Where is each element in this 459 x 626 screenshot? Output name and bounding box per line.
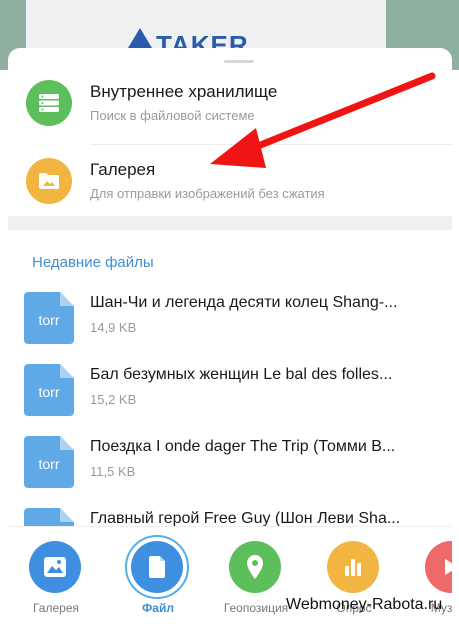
torrent-file-icon: torr bbox=[24, 292, 74, 344]
file-name: Поездка I onde dager The Trip (Томми В..… bbox=[90, 438, 396, 455]
section-separator bbox=[8, 216, 452, 230]
divider bbox=[90, 144, 452, 145]
internal-storage-option[interactable]: Внутреннее хранилище Поиск в файловой си… bbox=[8, 68, 452, 140]
location-pin-icon bbox=[229, 541, 281, 593]
storage-title: Внутреннее хранилище bbox=[90, 82, 278, 101]
tab-gallery[interactable]: Галерея bbox=[16, 537, 96, 623]
image-icon bbox=[29, 541, 81, 593]
watermark: Webmoney-Rabota.ru bbox=[286, 596, 443, 613]
torrent-file-icon: torr bbox=[24, 364, 74, 416]
tab-gallery-label: Галерея bbox=[32, 601, 80, 615]
tab-file[interactable]: Файл bbox=[118, 535, 198, 623]
gallery-option[interactable]: Галерея Для отправки изображений без сжа… bbox=[8, 146, 452, 218]
file-name: Шан-Чи и легенда десяти колец Shang-... bbox=[90, 294, 398, 311]
gallery-subtitle: Для отправки изображений без сжатия bbox=[90, 186, 325, 201]
recent-file-item[interactable]: torr Шан-Чи и легенда десяти колец Shang… bbox=[8, 284, 452, 356]
tab-location-label: Геопозиция bbox=[223, 601, 289, 615]
file-size: 15,2 KB bbox=[90, 392, 137, 407]
recent-file-item[interactable]: torr Бал безумных женщин Le bal des foll… bbox=[8, 356, 452, 428]
sheet-drag-handle[interactable] bbox=[224, 60, 254, 63]
file-size: 14,9 KB bbox=[90, 320, 137, 335]
background-logo-icon bbox=[128, 28, 152, 48]
attach-bottom-sheet: Внутреннее хранилище Поиск в файловой си… bbox=[8, 48, 452, 626]
file-size: 11,5 KB bbox=[90, 464, 136, 479]
file-name: Бал безумных женщин Le bal des folles... bbox=[90, 366, 393, 383]
gallery-title: Галерея bbox=[90, 160, 156, 179]
recent-files-title: Недавние файлы bbox=[32, 254, 154, 271]
storage-icon bbox=[26, 80, 72, 126]
storage-subtitle: Поиск в файловой системе bbox=[90, 108, 255, 123]
tab-file-label: Файл bbox=[142, 601, 174, 615]
folder-image-icon bbox=[26, 158, 72, 204]
poll-icon bbox=[327, 541, 379, 593]
tab-location[interactable]: Геопозиция bbox=[216, 537, 296, 623]
torrent-file-icon: torr bbox=[24, 436, 74, 488]
play-icon bbox=[425, 541, 452, 593]
file-icon bbox=[131, 541, 183, 593]
recent-file-item[interactable]: torr Поездка I onde dager The Trip (Томм… bbox=[8, 428, 452, 500]
